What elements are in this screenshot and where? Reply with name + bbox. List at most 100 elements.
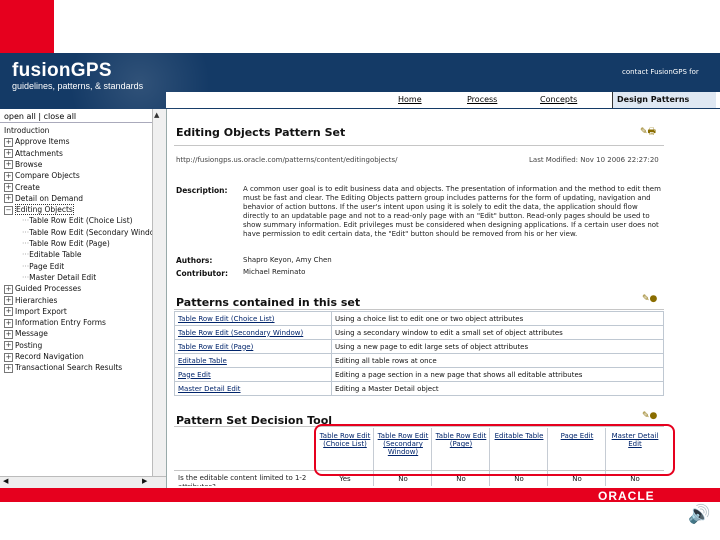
sidebar-item-label: Editable Table (29, 250, 82, 260)
last-modified: Last Modified: Nov 10 2006 22:27:20 (529, 156, 659, 164)
decision-answer: Yes (339, 475, 351, 483)
patterns-heading: Patterns contained in this set (176, 296, 361, 309)
sidebar-item[interactable]: + Hierarchies (4, 295, 58, 305)
expand-icon[interactable]: + (4, 183, 13, 192)
pattern-description: Editing all table rows at once (331, 353, 664, 368)
expand-icon[interactable]: − (4, 205, 13, 215)
contributor-label: Contributor: (176, 269, 228, 278)
pattern-description: Editing a Master Detail object (331, 381, 664, 396)
decision-answer: No (456, 475, 466, 483)
pattern-link[interactable]: Master Detail Edit (174, 381, 332, 396)
sidebar-item[interactable]: + Guided Processes (4, 284, 81, 294)
expand-icon[interactable]: + (4, 194, 13, 204)
pattern-link[interactable]: Page Edit (174, 367, 332, 382)
sidebar-item[interactable]: + Message (4, 329, 48, 339)
pattern-link[interactable]: Table Row Edit (Secondary Window) (174, 325, 332, 340)
sidebar-item[interactable]: + Transactional Search Results (4, 363, 122, 373)
sidebar-item-label: Editing Objects (15, 204, 74, 216)
sidebar-item[interactable]: + Import Export (4, 307, 67, 317)
sidebar-item[interactable]: ···Table Row Edit (Choice List) (22, 216, 133, 225)
sidebar-divider (0, 122, 152, 123)
sidebar-item[interactable]: + Compare Objects (4, 171, 80, 181)
scroll-up-icon[interactable]: ▲ (154, 111, 159, 119)
decision-answer: No (398, 475, 408, 483)
table-row: Page Edit Editing a page section in a new… (174, 367, 664, 382)
tab-concepts[interactable]: Concepts (540, 95, 577, 104)
sidebar-item-label: Posting (15, 340, 43, 350)
expand-icon[interactable]: + (4, 137, 13, 147)
oracle-logo: ORACLE (598, 489, 655, 503)
decision-answer: No (572, 475, 582, 483)
tab-home[interactable]: Home (398, 95, 422, 104)
table-row: Table Row Edit (Choice List) Using a choi… (174, 311, 664, 326)
sidebar-item-label: Compare Objects (15, 171, 80, 181)
expand-icon[interactable]: + (4, 284, 13, 294)
scroll-right-icon[interactable]: ▶ (142, 477, 147, 485)
sidebar-item[interactable]: + Attachments (4, 149, 63, 159)
sidebar-item[interactable]: ···Table Row Edit (Secondary Window) (22, 228, 163, 237)
open-close-all[interactable]: open all | close all (4, 112, 76, 121)
table-row: Master Detail Edit Editing a Master Detai… (174, 381, 664, 396)
tab-design-patterns[interactable]: Design Patterns (612, 92, 716, 108)
sidebar-item-label: Approve Items (15, 137, 70, 147)
sidebar-item-label: Browse (15, 159, 43, 169)
sidebar-item[interactable]: + Record Navigation (4, 352, 84, 362)
title-divider (174, 145, 664, 146)
patterns-divider (174, 309, 664, 310)
pattern-description: Using a secondary window to edit a small… (331, 325, 664, 340)
sidebar-scrollbar[interactable] (152, 109, 166, 488)
expand-icon[interactable]: + (4, 296, 13, 305)
decision-answer: No (514, 475, 524, 483)
scroll-left-icon[interactable]: ◀ (3, 477, 8, 485)
pattern-link[interactable]: Table Row Edit (Page) (174, 339, 332, 354)
pattern-description: Editing a page section in a new page tha… (331, 367, 664, 382)
authors-value: Shapro Keyon, Amy Chen (243, 256, 332, 264)
sidebar-item[interactable]: − Editing Objects (4, 204, 74, 216)
table-row: Table Row Edit (Secondary Window) Using a… (174, 325, 664, 340)
description-text: A common user goal is to edit business d… (243, 185, 661, 238)
sidebar-item[interactable]: ···Table Row Edit (Page) (22, 239, 110, 248)
pattern-description: Using a new page to edit large sets of o… (331, 339, 664, 354)
sidebar-item[interactable]: ···Page Edit (22, 262, 64, 271)
sidebar-item-label: Import Export (15, 306, 67, 316)
sidebar-item[interactable]: + Posting (4, 341, 42, 351)
sidebar-item[interactable]: ···Editable Table (22, 250, 82, 259)
sidebar-item-label: Attachments (15, 148, 63, 158)
speaker-icon[interactable]: 🔊 (688, 504, 710, 525)
expand-icon[interactable]: + (4, 363, 13, 373)
expand-icon[interactable]: + (4, 341, 13, 351)
expand-icon[interactable]: + (4, 307, 13, 317)
expand-icon[interactable]: + (4, 329, 13, 339)
sidebar-item-label: Table Row Edit (Choice List) (29, 216, 133, 226)
expand-icon[interactable]: + (4, 171, 13, 181)
pattern-link[interactable]: Editable Table (174, 353, 332, 368)
pattern-link[interactable]: Table Row Edit (Choice List) (174, 311, 332, 326)
sidebar-item[interactable]: + Create (4, 182, 40, 192)
expand-icon[interactable]: + (4, 318, 13, 328)
sidebar-item-label: Create (15, 182, 40, 192)
highlight-box (314, 424, 675, 476)
sidebar-item[interactable]: Introduction (4, 126, 49, 135)
sidebar-item-label: Hierarchies (15, 295, 58, 305)
table-row: Editable Table Editing all table rows at … (174, 353, 664, 368)
sidebar-item[interactable]: + Approve Items (4, 137, 70, 147)
sidebar-item[interactable]: + Detail on Demand (4, 194, 83, 204)
patterns-table: Table Row Edit (Choice List) Using a choi… (174, 311, 664, 396)
tab-process[interactable]: Process (467, 95, 497, 104)
sidebar-item-label: Page Edit (29, 261, 65, 271)
app-tagline: guidelines, patterns, & standards (12, 81, 144, 91)
sidebar-item-label: Table Row Edit (Page) (29, 239, 110, 248)
decision-edit-icon[interactable]: ✎● (642, 411, 657, 421)
edit-print-icons[interactable]: ✎🖶 (640, 124, 656, 140)
expand-icon[interactable]: + (4, 149, 13, 159)
table-row: Table Row Edit (Page) Using a new page to… (174, 339, 664, 354)
expand-icon[interactable]: + (4, 160, 13, 170)
contact-link[interactable]: contact FusionGPS for (622, 68, 699, 76)
patterns-edit-icon[interactable]: ✎● (642, 294, 657, 304)
pattern-description: Using a choice list to edit one or two o… (331, 311, 664, 326)
sidebar-item[interactable]: + Information Entry Forms (4, 318, 106, 328)
sidebar-item[interactable]: ···Master Detail Edit (22, 273, 96, 282)
page-url: http://fusiongps.us.oracle.com/patterns/… (176, 156, 398, 164)
expand-icon[interactable]: + (4, 352, 13, 362)
sidebar-item[interactable]: + Browse (4, 160, 42, 170)
